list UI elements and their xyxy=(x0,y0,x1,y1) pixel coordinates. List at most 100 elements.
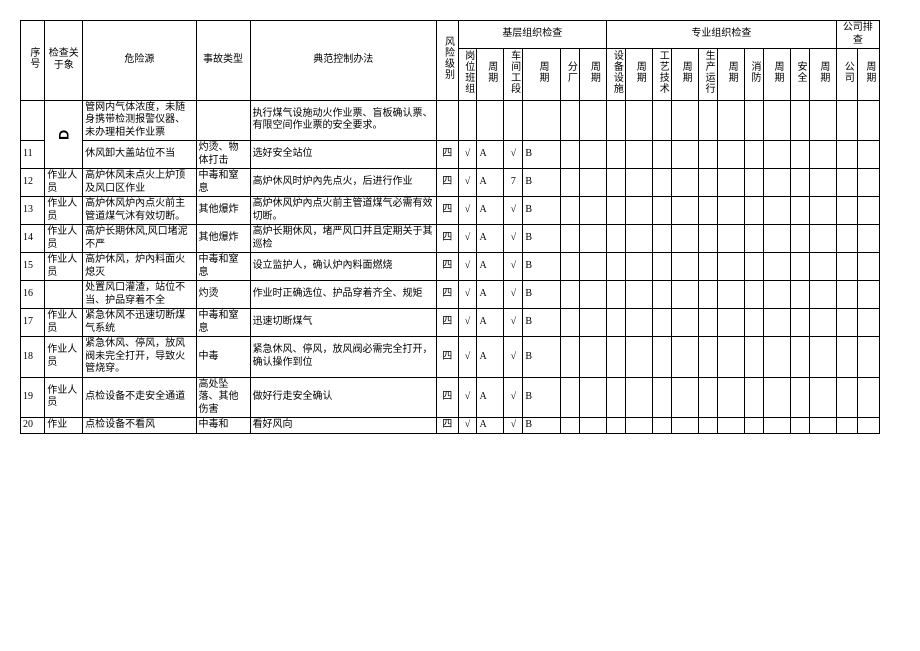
empty-cell xyxy=(744,225,763,253)
col-p-cycle1: 周期 xyxy=(626,49,653,101)
empty-cell xyxy=(561,337,580,378)
empty-cell xyxy=(744,309,763,337)
cell-post: √ xyxy=(458,197,477,225)
cell-obj: 作业人员 xyxy=(45,197,83,225)
cell-sect-cycle: B xyxy=(523,169,561,197)
cell-post-cycle: A xyxy=(477,197,504,225)
table-row: 14作业人员高炉长期休风,风口堵泥不严其他爆炸高炉长期休风，堵严风口并且定期关于… xyxy=(21,225,880,253)
empty-cell xyxy=(561,253,580,281)
cell-seq: 15 xyxy=(21,253,45,281)
cell-meas: 做好行走安全确认 xyxy=(250,377,436,418)
cell-src: 高炉休风炉內点火前主管道煤气沐有效切断。 xyxy=(83,197,196,225)
empty-cell xyxy=(671,169,698,197)
cell-src: 紧急休风不迅速切断煤气系统 xyxy=(83,309,196,337)
empty-cell xyxy=(607,281,626,309)
col-g-post: 岗位班组 xyxy=(458,49,477,101)
empty-cell xyxy=(790,169,809,197)
empty-cell xyxy=(653,309,672,337)
empty-cell xyxy=(809,418,836,434)
col-g-cycle3: 周期 xyxy=(580,49,607,101)
empty-cell xyxy=(698,169,717,197)
empty-cell xyxy=(836,281,858,309)
empty-cell xyxy=(858,141,880,169)
cell-post: √ xyxy=(458,418,477,434)
empty-cell xyxy=(744,169,763,197)
cell-meas: 紧急休风、停风，放风阀必需完全打开，确认操作到位 xyxy=(250,337,436,378)
empty-cell xyxy=(836,253,858,281)
empty-cell xyxy=(717,141,744,169)
empty-cell xyxy=(671,281,698,309)
empty-cell xyxy=(717,309,744,337)
empty-cell xyxy=(858,418,880,434)
empty-cell xyxy=(607,141,626,169)
empty-cell xyxy=(858,377,880,418)
empty-cell xyxy=(607,197,626,225)
cell-risk: 四 xyxy=(436,197,458,225)
empty-cell xyxy=(717,253,744,281)
cell-seq: 14 xyxy=(21,225,45,253)
table-row: 12作业人员高炉休风未点火上炉顶及风口区作业中毒和窒息高炉休风时炉內先点火，后进… xyxy=(21,169,880,197)
cell-risk: 四 xyxy=(436,169,458,197)
cell-sect-cycle: B xyxy=(523,197,561,225)
empty-cell xyxy=(580,141,607,169)
empty-cell xyxy=(717,281,744,309)
table-row: 16处置风口灌渣，站位不当、护品穿着不全灼烫作业时正确选位、护品穿着齐全、规矩四… xyxy=(21,281,880,309)
empty-cell xyxy=(626,100,653,141)
empty-cell xyxy=(698,225,717,253)
cell-sect-cycle: B xyxy=(523,225,561,253)
cell-post-cycle: A xyxy=(477,169,504,197)
empty-cell xyxy=(626,169,653,197)
empty-cell xyxy=(717,337,744,378)
cell-sect: √ xyxy=(504,377,523,418)
cell-seq: 20 xyxy=(21,418,45,434)
empty-cell xyxy=(744,377,763,418)
empty-cell xyxy=(580,418,607,434)
empty-cell xyxy=(523,100,561,141)
cell-type: 中毒和 xyxy=(196,418,250,434)
empty-cell xyxy=(671,141,698,169)
empty-cell xyxy=(809,141,836,169)
empty-cell xyxy=(763,281,790,309)
empty-cell xyxy=(671,377,698,418)
empty-cell xyxy=(763,253,790,281)
empty-cell xyxy=(653,377,672,418)
empty-cell xyxy=(561,377,580,418)
empty-cell xyxy=(580,100,607,141)
empty-cell xyxy=(809,377,836,418)
cell-sect-cycle: B xyxy=(523,418,561,434)
col-type: 事故类型 xyxy=(196,21,250,101)
empty-cell xyxy=(698,197,717,225)
empty-cell xyxy=(858,337,880,378)
cell-obj: 作业人员 xyxy=(45,377,83,418)
empty-cell xyxy=(653,253,672,281)
col-grassroots: 基层组织检查 xyxy=(458,21,607,49)
empty-cell xyxy=(790,100,809,141)
empty-cell xyxy=(671,100,698,141)
empty-cell xyxy=(561,100,580,141)
cell-seq: 13 xyxy=(21,197,45,225)
cell-seq: 19 xyxy=(21,377,45,418)
empty-cell xyxy=(580,309,607,337)
col-meas: 典范控制办法 xyxy=(250,21,436,101)
cell-post-cycle: A xyxy=(477,377,504,418)
empty-cell xyxy=(626,281,653,309)
empty-cell xyxy=(790,197,809,225)
cell-obj xyxy=(45,281,83,309)
empty-cell xyxy=(744,253,763,281)
cell-sect: √ xyxy=(504,197,523,225)
empty-cell xyxy=(561,418,580,434)
empty-cell xyxy=(698,141,717,169)
empty-cell xyxy=(763,337,790,378)
empty-cell xyxy=(763,169,790,197)
empty-cell xyxy=(763,225,790,253)
cell-meas: 执行煤气设施动火作业票、盲板确认票、有限空间作业票的安全要求。 xyxy=(250,100,436,141)
cell-type xyxy=(196,100,250,141)
cell-risk: 四 xyxy=(436,418,458,434)
cell-sect-cycle: B xyxy=(523,281,561,309)
cell-post: √ xyxy=(458,309,477,337)
empty-cell xyxy=(607,169,626,197)
empty-cell xyxy=(836,169,858,197)
empty-cell xyxy=(626,141,653,169)
empty-cell xyxy=(858,253,880,281)
cell-obj: 作业人员 xyxy=(45,253,83,281)
